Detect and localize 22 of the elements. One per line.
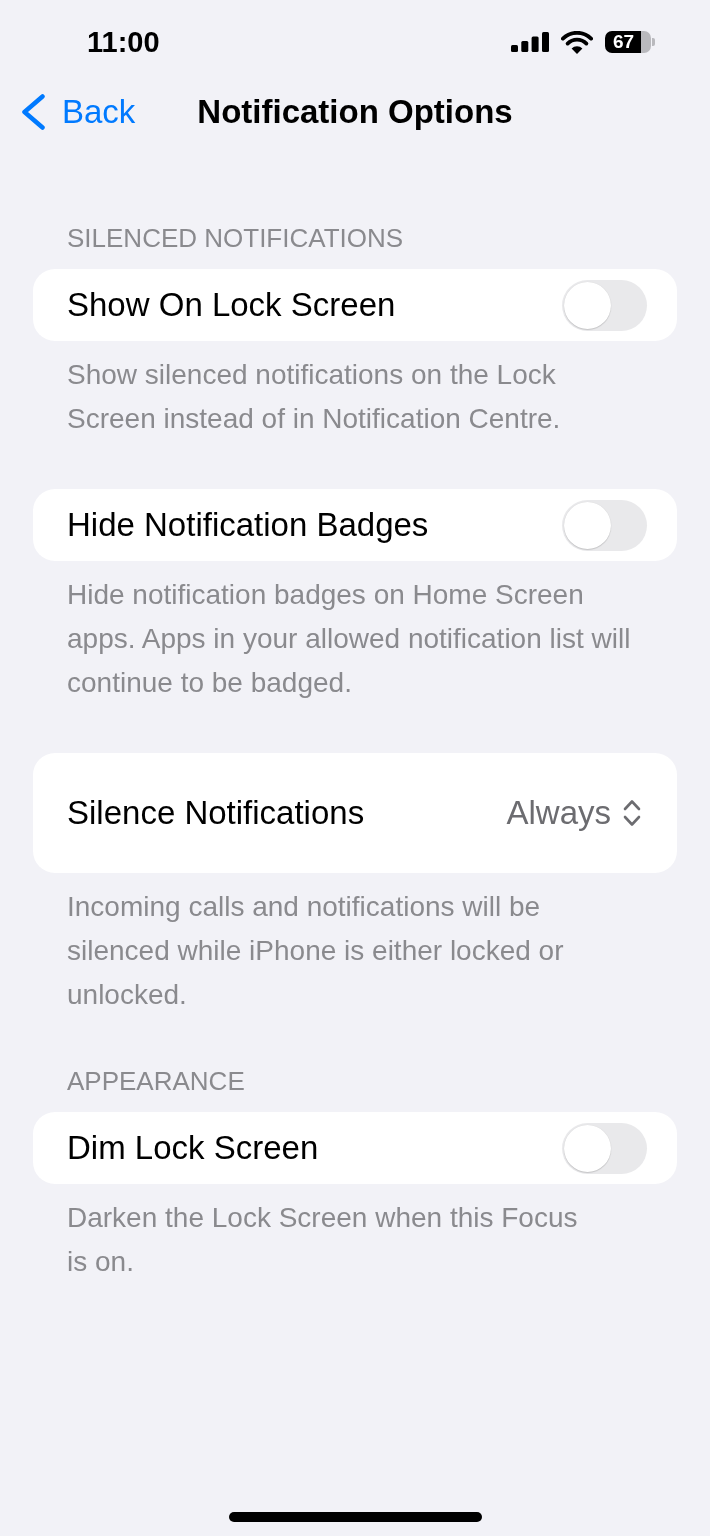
row-label: Silence Notifications (67, 793, 365, 833)
value-picker[interactable]: Always (506, 793, 641, 833)
section-footer: Hide notification badges on Home Screen apps. Apps in your allowed notification list will continue to be badged. (33, 561, 677, 705)
toggle-switch[interactable] (562, 1122, 647, 1174)
status-time: 11:00 (87, 25, 160, 59)
row-label: Dim Lock Screen (67, 1128, 319, 1168)
section-footer: Darken the Lock Screen when this Focus is on. (33, 1184, 677, 1284)
chevron-up-down-icon (623, 799, 641, 827)
toggle-switch[interactable] (562, 499, 647, 551)
nav-title: Notification Options (197, 92, 513, 132)
chevron-left-icon (22, 94, 45, 130)
wifi-icon (561, 30, 593, 54)
signal-icon (511, 32, 549, 52)
back-button[interactable]: Back (22, 92, 136, 132)
section-footer: Incoming calls and notifications will be silenced while iPhone is either locked or unlocked. (33, 873, 677, 1017)
row-label: Show On Lock Screen (67, 285, 396, 325)
row-label: Hide Notification Badges (67, 505, 429, 545)
section-header: APPEARANCE (66, 1065, 246, 1097)
battery-percentage: 67 (613, 32, 635, 52)
toggle-switch[interactable] (562, 279, 647, 331)
section-footer: Show silenced notifications on the Lock Screen instead of in Notification Centre. (33, 341, 677, 441)
section-header: SILENCED NOTIFICATIONS (66, 222, 405, 254)
